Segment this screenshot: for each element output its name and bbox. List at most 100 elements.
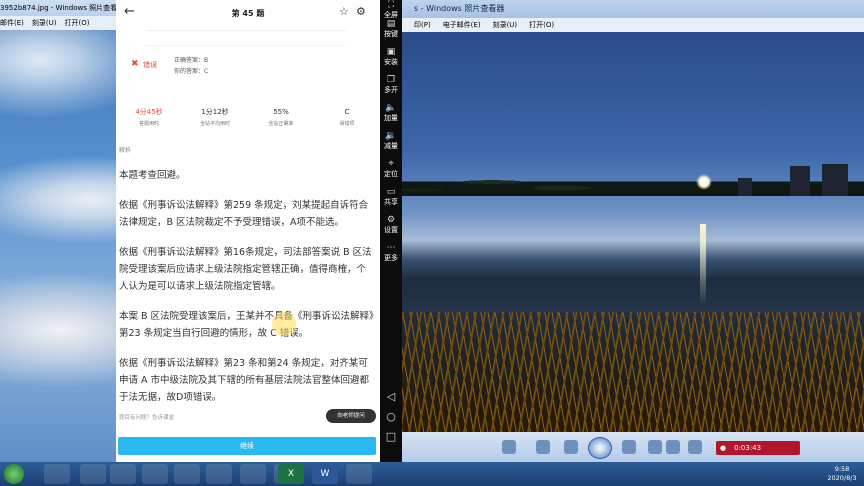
next-icon[interactable] <box>622 440 636 454</box>
light-reflection <box>700 224 706 304</box>
app-icon[interactable] <box>142 464 168 484</box>
avatar-icon[interactable] <box>346 464 372 484</box>
sidebar-label: 定位 <box>384 170 398 178</box>
reeds <box>402 312 864 432</box>
ask-teacher-button[interactable]: 向老师提问 <box>326 409 376 423</box>
menu-burn[interactable]: 刻录(U) <box>32 19 57 27</box>
your-answer: 你的答案：C <box>174 68 209 75</box>
gear-icon: ⚙ <box>386 215 396 225</box>
chrome-icon[interactable] <box>44 464 70 484</box>
word-icon[interactable]: W <box>312 464 338 484</box>
more-icon: ⋯ <box>386 243 396 253</box>
sidebar-label: 减量 <box>384 142 398 150</box>
folder-icon: ▭ <box>386 187 396 197</box>
sidebar-settings[interactable]: ⚙ 设置 <box>380 215 402 235</box>
left-viewer-title: 3952b874.jpg - Windows 照片查看器 <box>0 4 116 12</box>
report-issue-link[interactable]: 题目有问题？告诉课堂 <box>119 413 174 421</box>
settings-icon[interactable]: ⚙ <box>356 5 366 18</box>
stat-answer-time: 4分45秒答题用时 <box>116 107 182 128</box>
sidebar-label: 共享 <box>384 198 398 206</box>
menu-open[interactable]: 打开(O) <box>529 21 554 29</box>
fullscreen-icon: ⛶ <box>387 0 395 10</box>
star-icon[interactable]: ☆ <box>339 5 349 18</box>
stat-label: 全站正确率 <box>268 121 294 127</box>
recents-nav-icon[interactable]: □ <box>380 430 402 443</box>
stat-value: 55% <box>273 108 289 116</box>
slideshow-button[interactable] <box>588 437 612 459</box>
taskbar: X W 9:58 2020/8/3 <box>0 462 864 486</box>
paragraph: 依据《刑事诉讼法解释》第259 条规定，刘某提起自诉符合法律规定，B 区法院裁定… <box>119 200 369 228</box>
fit-icon[interactable] <box>536 440 550 454</box>
multi-window-icon: ❐ <box>386 75 396 85</box>
wrong-icon: ✖ <box>131 59 139 69</box>
sidebar-volume-up[interactable]: 🔈 加量 <box>380 103 402 123</box>
stat-value: 4分45秒 <box>135 108 163 116</box>
start-button[interactable] <box>4 464 24 484</box>
clock-time: 9:58 <box>834 465 850 473</box>
rotate-left-icon[interactable] <box>648 440 662 454</box>
sidebar-volume-down[interactable]: 🔉 减量 <box>380 131 402 151</box>
analysis-body: 本题考查回避。 依据《刑事诉讼法解释》第259 条规定，刘某提起自诉符合法律规定… <box>119 167 375 419</box>
menu-print[interactable]: 印(P) <box>414 21 431 29</box>
record-icon: ● <box>720 444 727 452</box>
recording-time: 0:03:43 <box>734 444 762 452</box>
location-icon: ⌖ <box>388 159 394 169</box>
analysis-label: 解析 <box>119 147 132 154</box>
mouse-pointer-highlight <box>272 312 296 336</box>
previous-icon[interactable] <box>564 440 578 454</box>
clock-date: 2020/8/3 <box>827 474 857 482</box>
left-viewer-title-bar: 3952b874.jpg - Windows 照片查看器 <box>0 0 116 16</box>
lake-night-photo <box>402 32 864 432</box>
right-viewer-title: s - Windows 照片查看器 <box>414 4 505 13</box>
apk-icon: ▣ <box>386 47 396 57</box>
clock[interactable]: 9:58 2020/8/3 <box>822 465 862 483</box>
continue-label: 继续 <box>240 442 254 450</box>
keyboard-icon: ▤ <box>386 19 396 29</box>
sidebar-label: 多开 <box>384 86 398 94</box>
menu-email[interactable]: 电子邮件(E) <box>443 21 481 29</box>
sidebar-label: 设置 <box>384 226 398 234</box>
stat-common-error: C 易错项 <box>314 107 380 128</box>
quiz-app: ← 第 45 题 ☆ ⚙ ✖ 错误 正确答案：B 你的答案：C 4分45秒答题用… <box>116 0 380 462</box>
recording-indicator[interactable]: ● 0:03:43 <box>716 441 800 455</box>
app-header: ← 第 45 题 ☆ ⚙ <box>116 0 380 26</box>
stat-label: 易错项 <box>339 121 355 127</box>
continue-button[interactable]: 继续 <box>118 437 376 455</box>
zoom-icon[interactable] <box>502 440 516 454</box>
menu-mail[interactable]: 邮件(E) <box>0 19 24 27</box>
app-icon[interactable] <box>80 464 106 484</box>
excel-icon[interactable]: X <box>278 464 304 484</box>
sidebar-more[interactable]: ⋯ 更多 <box>380 243 402 263</box>
sidebar-label: 更多 <box>384 254 398 262</box>
ask-teacher-label: 向老师提问 <box>337 413 365 419</box>
wrong-label: 错误 <box>143 61 157 69</box>
stat-label: 答题用时 <box>138 121 159 127</box>
sidebar-keymap[interactable]: ▤ 按键 <box>380 19 402 39</box>
left-viewer-menu: 邮件(E) 刻录(U) 打开(O) <box>0 16 116 30</box>
right-viewer-menu: 印(P) 电子邮件(E) 刻录(U) 打开(O) <box>402 18 864 32</box>
home-nav-icon[interactable]: ○ <box>380 410 402 423</box>
building <box>738 178 752 196</box>
sidebar-share[interactable]: ▭ 共享 <box>380 187 402 207</box>
delete-icon[interactable] <box>688 440 702 454</box>
building <box>790 166 810 196</box>
paragraph: 依据《刑事诉讼法解释》第23 条和第24 条规定，对齐某可申请 A 市中级法院及… <box>119 358 370 403</box>
sidebar-multi[interactable]: ❐ 多开 <box>380 75 402 95</box>
volume-down-icon: 🔉 <box>385 131 397 141</box>
app-icon[interactable] <box>206 464 232 484</box>
sidebar-install[interactable]: ▣ 安装 <box>380 47 402 67</box>
back-nav-icon[interactable]: ◁ <box>380 390 402 403</box>
stat-average-time: 1分12秒 全站平均用时 <box>182 107 248 128</box>
menu-open[interactable]: 打开(O) <box>64 19 89 27</box>
app-icon[interactable] <box>110 464 136 484</box>
wechat-icon[interactable] <box>240 464 266 484</box>
sidebar-fullscreen[interactable]: ⛶ 全屏 <box>380 0 402 20</box>
menu-burn[interactable]: 刻录(U) <box>493 21 518 29</box>
photo-viewer-icon[interactable] <box>174 464 200 484</box>
building <box>822 164 848 196</box>
rotate-right-icon[interactable] <box>666 440 680 454</box>
volume-up-icon: 🔈 <box>385 103 397 113</box>
emulator-sidebar: ⛶ 全屏 ▤ 按键 ▣ 安装 ❐ 多开 🔈 加量 🔉 减量 ⌖ 定位 ▭ 共享 ⚙ 设置 ⋯ 更多 … <box>380 0 402 462</box>
sidebar-location[interactable]: ⌖ 定位 <box>380 159 402 179</box>
correct-answer: 正确答案：B <box>174 57 209 64</box>
